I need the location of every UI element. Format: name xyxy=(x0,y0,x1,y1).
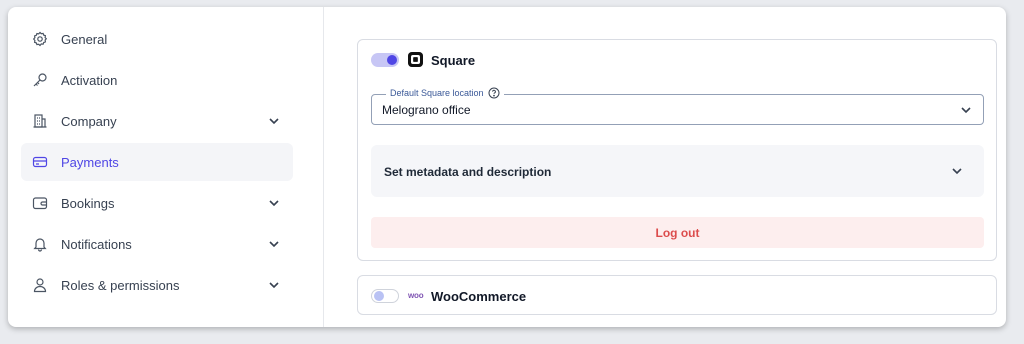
square-toggle[interactable] xyxy=(371,53,399,67)
sidebar-item-payments[interactable]: Payments xyxy=(21,143,293,181)
location-field-label: Default Square location xyxy=(386,87,504,99)
chevron-down-icon[interactable] xyxy=(267,278,281,292)
sidebar-item-roles-permissions[interactable]: Roles & permissions xyxy=(21,266,293,304)
square-integration-card: Square Default Square location Melograno… xyxy=(357,39,997,261)
location-value: Melograno office xyxy=(382,103,471,117)
chevron-down-icon xyxy=(950,164,964,178)
toggle-knob xyxy=(374,291,384,301)
wallet-icon xyxy=(31,194,49,212)
building-icon xyxy=(31,112,49,130)
sidebar-item-label: Company xyxy=(61,113,117,129)
help-icon[interactable] xyxy=(488,87,500,99)
sidebar-item-label: Payments xyxy=(61,154,119,170)
chevron-down-icon[interactable] xyxy=(267,196,281,210)
metadata-accordion[interactable]: Set metadata and description xyxy=(371,145,984,197)
chevron-down-icon[interactable] xyxy=(267,237,281,251)
user-icon xyxy=(31,276,49,294)
sidebar-item-bookings[interactable]: Bookings xyxy=(21,184,293,222)
sidebar-item-label: Bookings xyxy=(61,195,115,211)
woocommerce-logo-icon: woo xyxy=(408,291,424,300)
settings-panel: General Activation Company Payments Book… xyxy=(8,7,1006,327)
sidebar-item-label: Activation xyxy=(61,72,118,88)
sidebar-item-activation[interactable]: Activation xyxy=(21,61,293,99)
credit-card-icon xyxy=(31,153,49,171)
sidebar-item-label: Roles & permissions xyxy=(61,277,180,293)
sidebar-item-general[interactable]: General xyxy=(21,20,293,58)
woocommerce-integration-card: woo WooCommerce xyxy=(357,275,997,315)
chevron-down-icon xyxy=(959,103,973,117)
sidebar-item-notifications[interactable]: Notifications xyxy=(21,225,293,263)
metadata-accordion-label: Set metadata and description xyxy=(384,165,552,179)
logout-button[interactable]: Log out xyxy=(371,217,984,248)
square-logo-icon xyxy=(408,52,423,67)
woocommerce-title: WooCommerce xyxy=(431,289,527,304)
payments-content: Square Default Square location Melograno… xyxy=(325,7,1006,327)
bell-icon xyxy=(31,235,49,253)
key-icon xyxy=(31,71,49,89)
sidebar-item-company[interactable]: Company xyxy=(21,102,293,140)
settings-sidebar: General Activation Company Payments Book… xyxy=(8,7,324,327)
location-label-text: Default Square location xyxy=(390,88,484,98)
square-title: Square xyxy=(431,53,476,68)
chevron-down-icon[interactable] xyxy=(267,114,281,128)
square-location-select[interactable]: Default Square location Melograno office xyxy=(371,87,984,125)
sidebar-item-label: Notifications xyxy=(61,236,132,252)
toggle-knob xyxy=(387,55,397,65)
gear-icon xyxy=(31,30,49,48)
woocommerce-toggle[interactable] xyxy=(371,289,399,303)
sidebar-item-label: General xyxy=(61,31,108,47)
